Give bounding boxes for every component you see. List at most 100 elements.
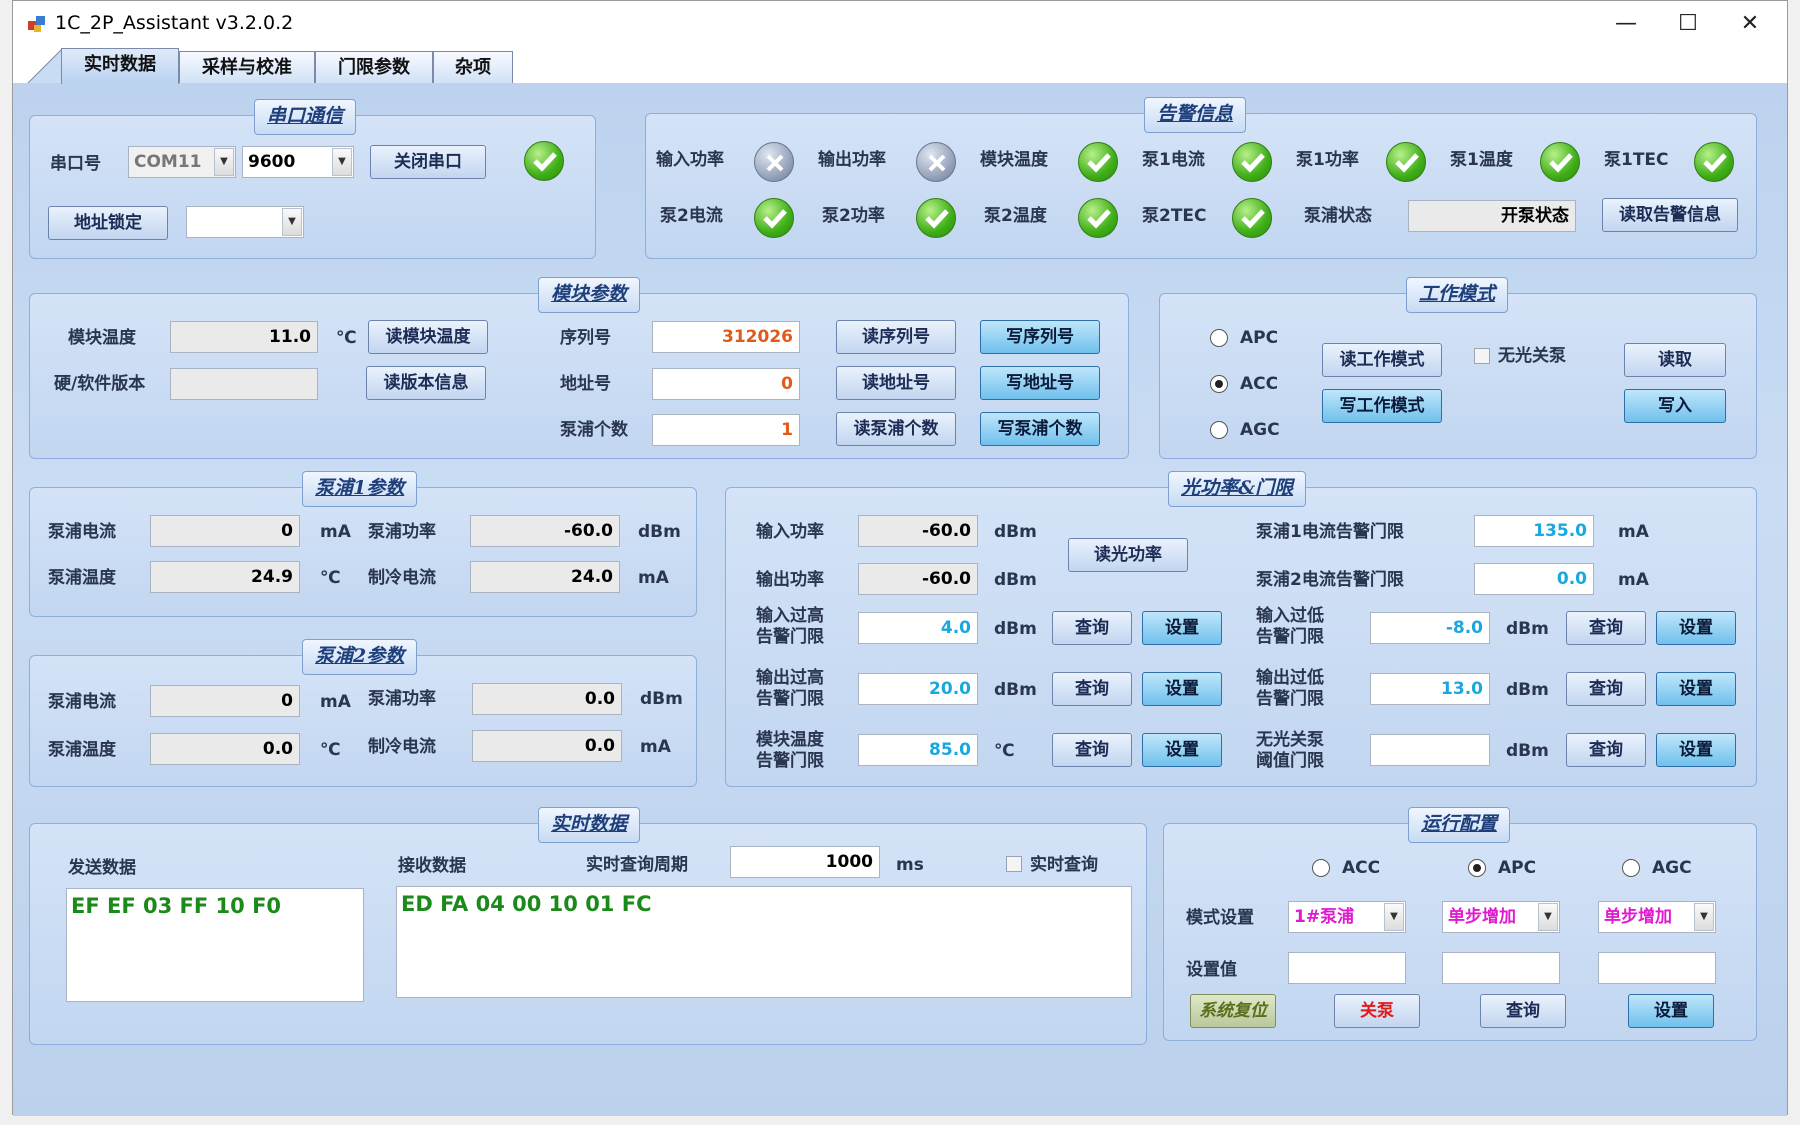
- module-temp-unit: ℃: [336, 328, 357, 348]
- output-high-unit: dBm: [994, 680, 1037, 700]
- port-status-ok-icon: [524, 141, 564, 181]
- tab-sampling[interactable]: 采样与校准: [179, 51, 315, 84]
- pump-count-input[interactable]: 1: [652, 414, 800, 446]
- realtime-group: 实时数据 发送数据 接收数据 实时查询周期 1000 ms 实时查询 EF EF…: [29, 807, 1147, 1045]
- write-pump-count-button[interactable]: 写泵浦个数: [980, 412, 1100, 446]
- read-optical-power-button[interactable]: 读光功率: [1068, 538, 1188, 572]
- input-power-field: -60.0: [858, 515, 978, 547]
- address-combo[interactable]: ▼: [186, 206, 304, 238]
- set-value-input-2[interactable]: [1442, 952, 1560, 984]
- pump-select-combo[interactable]: 1#泵浦 ▼: [1288, 901, 1406, 933]
- alarm-label-pump2-temp: 泵2温度: [984, 206, 1047, 226]
- write-address-button[interactable]: 写地址号: [980, 366, 1100, 400]
- chevron-down-icon: ▼: [1694, 903, 1714, 931]
- input-low-set-button[interactable]: 设置: [1656, 611, 1736, 645]
- output-low-query-button[interactable]: 查询: [1566, 672, 1646, 706]
- alarm-ok-icon: [754, 198, 794, 238]
- read-pump-count-button[interactable]: 读泵浦个数: [836, 412, 956, 446]
- module-temp-threshold-input[interactable]: 85.0: [858, 734, 978, 766]
- baud-combo[interactable]: 9600 ▼: [242, 146, 354, 178]
- chevron-down-icon: ▼: [214, 148, 234, 176]
- input-low-threshold-input[interactable]: -8.0: [1370, 612, 1490, 644]
- maximize-button[interactable]: ☐: [1653, 1, 1723, 47]
- input-high-query-button[interactable]: 查询: [1052, 611, 1132, 645]
- port-label: 串口号: [50, 154, 101, 174]
- runcfg-acc-radio[interactable]: [1312, 859, 1330, 877]
- port-combo[interactable]: COM11 ▼: [128, 146, 236, 178]
- input-low-query-button[interactable]: 查询: [1566, 611, 1646, 645]
- runcfg-apc-radio[interactable]: [1468, 859, 1486, 877]
- write-workmode-button[interactable]: 写工作模式: [1322, 389, 1442, 423]
- no-light-threshold-input[interactable]: [1370, 734, 1490, 766]
- read-workmode-button[interactable]: 读工作模式: [1322, 343, 1442, 377]
- no-light-off-checkbox[interactable]: [1474, 348, 1490, 364]
- step-mode-combo-1[interactable]: 单步增加 ▼: [1442, 901, 1560, 933]
- query-button[interactable]: 查询: [1480, 994, 1566, 1028]
- set-value-input-1[interactable]: [1288, 952, 1406, 984]
- pump2-current-unit: mA: [320, 692, 351, 712]
- tab-misc[interactable]: 杂项: [433, 51, 513, 84]
- read-serial-button[interactable]: 读序列号: [836, 320, 956, 354]
- module-temp-set-button[interactable]: 设置: [1142, 733, 1222, 767]
- write-button[interactable]: 写入: [1624, 389, 1726, 423]
- output-power-label: 输出功率: [756, 570, 824, 590]
- close-port-button[interactable]: 关闭串口: [370, 145, 486, 179]
- workmode-agc-radio[interactable]: [1210, 421, 1228, 439]
- send-data-textarea[interactable]: EF EF 03 FF 10 F0: [66, 888, 364, 1002]
- tab-realtime[interactable]: 实时数据: [61, 48, 179, 84]
- close-button[interactable]: ✕: [1715, 1, 1785, 47]
- workmode-acc-radio[interactable]: [1210, 375, 1228, 393]
- pump2-current-threshold-input[interactable]: 0.0: [1474, 563, 1594, 595]
- realtime-group-title: 实时数据: [538, 807, 641, 843]
- output-high-query-button[interactable]: 查询: [1052, 672, 1132, 706]
- pump2-current-field: 0: [150, 685, 300, 717]
- read-module-temp-button[interactable]: 读模块温度: [368, 320, 488, 354]
- pump1-current-threshold-unit: mA: [1618, 522, 1649, 542]
- input-high-set-button[interactable]: 设置: [1142, 611, 1222, 645]
- alarm-group: 告警信息 输入功率 输出功率 模块温度 泵1电流 泵1功率 泵1温度 泵1TEC…: [645, 97, 1757, 259]
- read-alarm-button[interactable]: 读取告警信息: [1602, 198, 1738, 232]
- tab-thresholds[interactable]: 门限参数: [315, 51, 433, 84]
- pump1-current-threshold-input[interactable]: 135.0: [1474, 515, 1594, 547]
- module-temp-query-button[interactable]: 查询: [1052, 733, 1132, 767]
- alarm-label-pump1-current: 泵1电流: [1142, 150, 1205, 170]
- chevron-down-icon: ▼: [1384, 903, 1404, 931]
- output-low-threshold-input[interactable]: 13.0: [1370, 673, 1490, 705]
- read-version-button[interactable]: 读版本信息: [366, 366, 486, 400]
- minimize-button[interactable]: —: [1591, 1, 1661, 47]
- workmode-apc-radio[interactable]: [1210, 329, 1228, 347]
- output-high-set-button[interactable]: 设置: [1142, 672, 1222, 706]
- step-mode-combo-2[interactable]: 单步增加 ▼: [1598, 901, 1716, 933]
- pump2-cooling-unit: mA: [640, 737, 671, 757]
- output-high-threshold-input[interactable]: 20.0: [858, 673, 978, 705]
- alarm-label-module-temp: 模块温度: [980, 150, 1048, 170]
- input-high-unit: dBm: [994, 619, 1037, 639]
- pump2-temp-unit: ℃: [320, 740, 341, 760]
- pump2-group-title: 泵浦2参数: [302, 639, 418, 675]
- receive-data-textarea[interactable]: ED FA 04 00 10 01 FC: [396, 886, 1132, 998]
- realtime-query-checkbox[interactable]: [1006, 856, 1022, 872]
- pump-count-label: 泵浦个数: [560, 420, 628, 440]
- read-button[interactable]: 读取: [1624, 343, 1726, 377]
- address-input[interactable]: 0: [652, 368, 800, 400]
- window-title: 1C_2P_Assistant v3.2.0.2: [55, 12, 294, 34]
- pump1-current-field: 0: [150, 515, 300, 547]
- workmode-group-title: 工作模式: [1406, 277, 1509, 313]
- query-period-input[interactable]: 1000: [730, 846, 880, 878]
- input-low-unit: dBm: [1506, 619, 1549, 639]
- read-address-button[interactable]: 读地址号: [836, 366, 956, 400]
- set-value-input-3[interactable]: [1598, 952, 1716, 984]
- input-high-threshold-input[interactable]: 4.0: [858, 612, 978, 644]
- pump1-cooling-unit: mA: [638, 568, 669, 588]
- pump1-current-label: 泵浦电流: [48, 522, 116, 542]
- write-serial-button[interactable]: 写序列号: [980, 320, 1100, 354]
- no-light-query-button[interactable]: 查询: [1566, 733, 1646, 767]
- output-low-set-button[interactable]: 设置: [1656, 672, 1736, 706]
- no-light-set-button[interactable]: 设置: [1656, 733, 1736, 767]
- address-lock-button[interactable]: 地址锁定: [48, 206, 168, 240]
- pump-off-button[interactable]: 关泵: [1334, 994, 1420, 1028]
- system-reset-button[interactable]: 系统复位: [1190, 994, 1276, 1028]
- set-button[interactable]: 设置: [1628, 994, 1714, 1028]
- runcfg-agc-radio[interactable]: [1622, 859, 1640, 877]
- serial-number-input[interactable]: 312026: [652, 321, 800, 353]
